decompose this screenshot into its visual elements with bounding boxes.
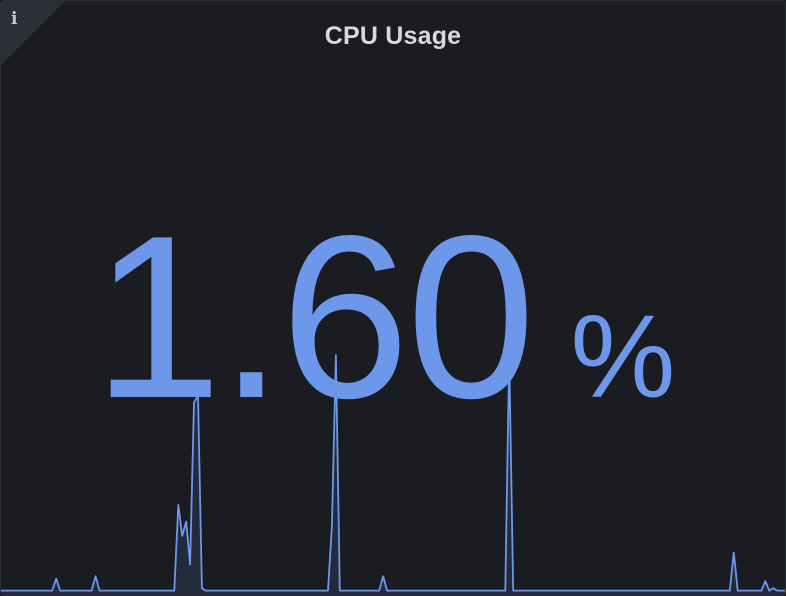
- panel-title: CPU Usage: [324, 22, 462, 50]
- info-icon[interactable]: i: [11, 8, 25, 30]
- stat-panel: i CPU Usage 1.60%: [0, 0, 786, 596]
- sparkline-area: [1, 355, 785, 595]
- sparkline-line: [1, 354, 785, 592]
- sparkline-marks: [1, 354, 785, 595]
- cpu-sparkline: [1, 354, 785, 595]
